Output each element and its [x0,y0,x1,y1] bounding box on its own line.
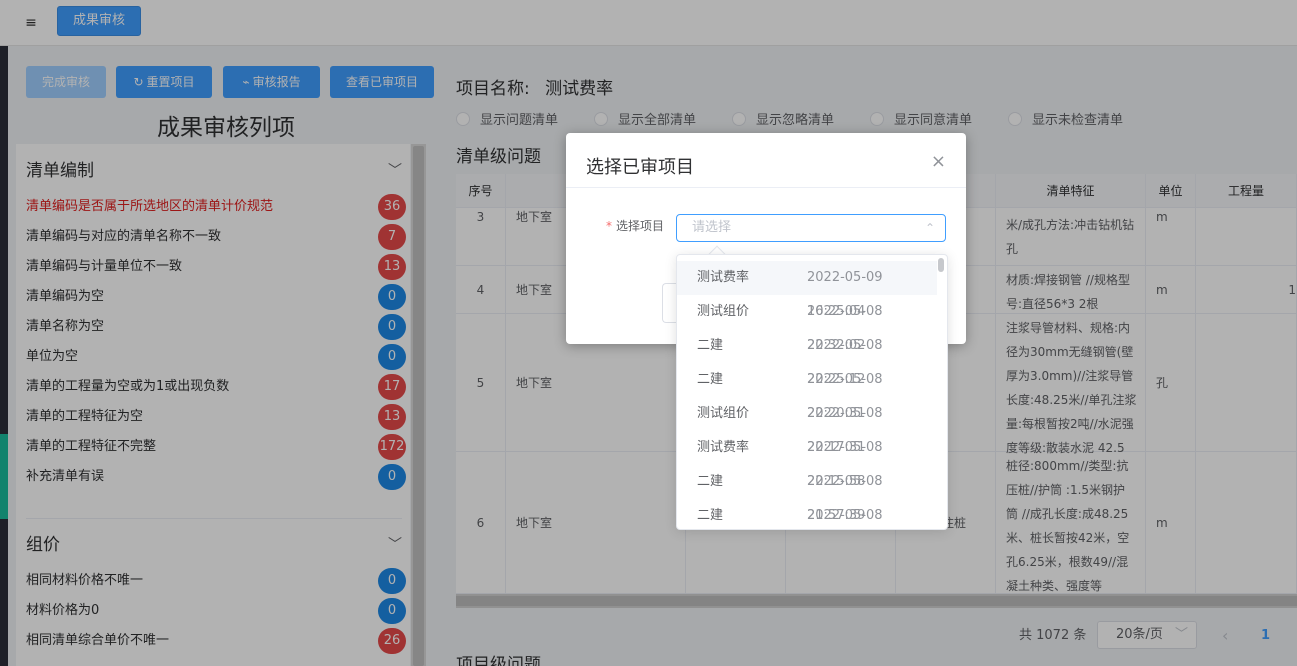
field-label-text: 选择项目 [616,219,665,233]
option-name: 二建 [697,474,724,489]
project-field-label: * 选择项目 [606,217,664,234]
dropdown-option[interactable]: 二建 2022-05-08 22:25:12 [677,329,937,387]
dialog-title: 选择已审项目 [586,157,694,178]
dropdown-option[interactable]: 二建 2022-05-08 21:49:33 [677,499,937,529]
dropdown-option[interactable]: 测试费率 2022-05-08 22:15:58 [677,431,937,489]
option-name: 测试组价 [697,406,750,421]
option-name: 测试费率 [697,440,750,455]
dropdown-option[interactable]: 测试组价 2022-05-08 22:17:31 [677,397,937,455]
option-name: 测试费率 [697,270,750,285]
project-dropdown: 测试费率 2022-05-09 16:25:04 测试组价 2022-05-08 22… [676,254,948,530]
option-name: 二建 [697,508,724,523]
dropdown-option[interactable]: 测试费率 2022-05-09 16:25:04 [677,261,937,319]
option-name: 测试组价 [697,304,750,319]
dropdown-option[interactable]: 测试组价 2022-05-08 22:32:02 [677,295,937,353]
close-icon[interactable]: × [931,151,946,172]
chevron-up-icon: ⌃ [924,221,935,235]
select-placeholder: 请选择 [692,220,732,235]
dropdown-option[interactable]: 二建 2022-05-08 21:57:39 [677,465,937,523]
required-mark: * [606,219,612,233]
dropdown-option[interactable]: 二建 2022-05-08 22:20:31 [677,363,937,421]
option-time: 2022-05-08 21:49:33 [807,508,883,523]
divider [566,187,966,188]
project-select[interactable]: 请选择 ⌃ [676,214,946,242]
option-name: 二建 [697,372,724,387]
option-name: 二建 [697,338,724,353]
dropdown-scrollbar[interactable] [938,258,944,272]
